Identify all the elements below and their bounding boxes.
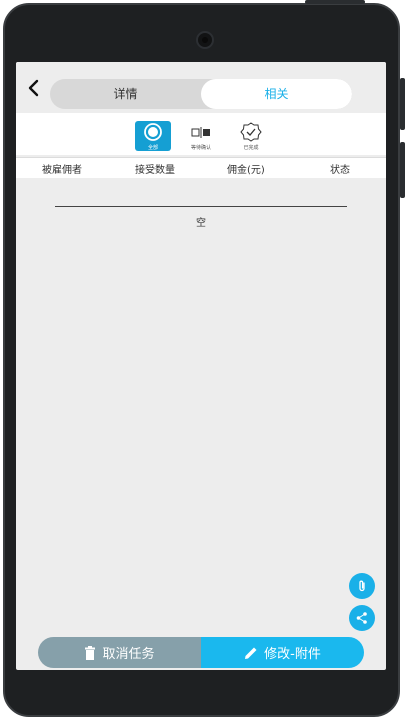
top-bar: 详情 相关 — [16, 62, 386, 112]
volume-down-button — [400, 142, 405, 198]
edit-attachment-label: 修改-附件 — [264, 647, 321, 662]
filter-bar: 全部 等待确认 已完成 — [16, 113, 386, 155]
filter-completed-label: 已完成 — [243, 145, 259, 151]
app-screen: 详情 相关 全部 等待确认 已完成 被雇佣者 接受数量 佣金(元) 状态 空 取… — [16, 62, 386, 670]
trash-icon — [85, 645, 96, 660]
divider — [55, 206, 347, 207]
column-status: 状态 — [330, 165, 350, 176]
edit-attachment-button[interactable]: 修改-附件 — [201, 637, 364, 668]
tab-details[interactable]: 详情 — [50, 79, 201, 109]
attachment-icon — [359, 580, 365, 592]
check-badge-icon — [240, 122, 262, 142]
cancel-task-label: 取消任务 — [102, 647, 155, 662]
attachment-button[interactable] — [349, 573, 375, 599]
camera-icon — [196, 31, 214, 49]
tab-related[interactable]: 相关 — [201, 79, 352, 109]
circle-all-icon — [144, 123, 162, 141]
volume-up-button — [400, 78, 405, 130]
filter-pending[interactable]: 等待确认 — [183, 121, 219, 151]
bottom-action-bar: 取消任务 修改-附件 — [38, 637, 364, 668]
share-icon — [356, 612, 367, 624]
empty-state-text: 空 — [196, 218, 206, 229]
filter-completed[interactable]: 已完成 — [233, 121, 269, 151]
column-employee: 被雇佣者 — [42, 165, 82, 176]
column-quantity: 接受数量 — [135, 165, 175, 176]
filter-all-label: 全部 — [147, 145, 158, 151]
toggle-pending-icon — [191, 127, 210, 138]
pencil-icon — [245, 647, 257, 659]
cancel-task-button[interactable]: 取消任务 — [38, 637, 201, 668]
filter-pending-label: 等待确认 — [190, 145, 211, 151]
segmented-tabs: 详情 相关 — [50, 79, 352, 109]
chevron-left-icon[interactable] — [24, 78, 44, 98]
share-button[interactable] — [349, 605, 375, 631]
column-commission: 佣金(元) — [227, 165, 265, 176]
table-header: 被雇佣者 接受数量 佣金(元) 状态 — [16, 157, 386, 178]
filter-all[interactable]: 全部 — [135, 121, 171, 151]
power-button — [305, 0, 365, 4]
